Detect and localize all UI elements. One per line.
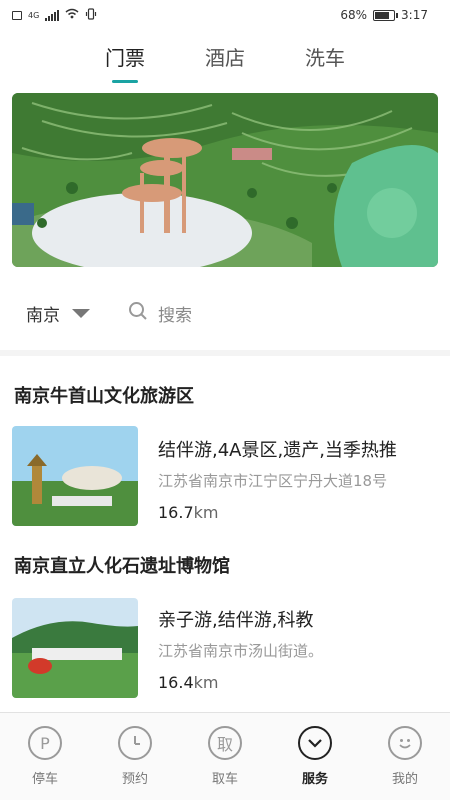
attraction-address: 江苏省南京市江宁区宁丹大道18号 <box>158 472 388 490</box>
nav-label: 服务 <box>301 772 328 787</box>
attraction-list: 南京牛首山文化旅游区 结伴游,4A景区,遗产,当季热推 江苏省南京市江宁区宁丹大… <box>0 356 450 712</box>
top-section: 门票 酒店 洗车 南京 搜索 <box>0 30 450 350</box>
nav-label: 取车 <box>211 772 238 787</box>
tab-car-wash[interactable]: 洗车 <box>305 42 345 77</box>
clock-time: 3:17 <box>401 8 428 22</box>
attraction-address: 江苏省南京市汤山街道。 <box>158 642 324 660</box>
distance-value: 16.7 <box>158 503 194 522</box>
parking-icon: P <box>28 726 62 760</box>
chevron-down-circle-icon <box>298 726 332 760</box>
nav-parking[interactable]: P 停车 <box>10 726 80 787</box>
status-left: 4G <box>12 7 97 23</box>
city-selector[interactable]: 南京 <box>26 301 90 326</box>
city-label: 南京 <box>26 305 60 326</box>
attraction-info: 亲子游,结伴游,科教 江苏省南京市汤山街道。 16.4km <box>158 606 323 692</box>
clock-icon <box>118 726 152 760</box>
attraction-name: 南京牛首山文化旅游区 <box>14 386 194 407</box>
tab-hotels[interactable]: 酒店 <box>205 42 245 77</box>
attraction-thumbnail <box>12 426 138 526</box>
distance-unit: km <box>193 673 219 692</box>
nav-label: 停车 <box>31 772 58 787</box>
sim-icon <box>12 10 22 20</box>
signal-icon <box>45 9 60 21</box>
search-row: 南京 搜索 <box>0 288 450 338</box>
battery-icon <box>373 9 399 21</box>
tab-tickets[interactable]: 门票 <box>105 42 145 77</box>
search-input[interactable]: 搜索 <box>128 301 192 326</box>
category-tabs: 门票 酒店 洗车 <box>0 30 450 88</box>
pickup-icon: 取 <box>208 726 242 760</box>
attraction-info: 结伴游,4A景区,遗产,当季热推 江苏省南京市江宁区宁丹大道18号 16.7km <box>158 436 397 522</box>
bottom-nav: P 停车 预约 取 取车 服务 我的 <box>0 712 450 800</box>
dropdown-triangle-icon <box>72 308 90 318</box>
distance-value: 16.4 <box>158 673 194 692</box>
vibrate-icon <box>85 7 97 23</box>
network-type: 4G <box>28 10 40 20</box>
nav-services[interactable]: 服务 <box>280 726 350 787</box>
nav-reservation[interactable]: 预约 <box>100 726 170 787</box>
list-item[interactable]: 南京直立人化石遗址博物馆 亲子游,结伴游,科教 江苏省南京市汤山街道。 16.4… <box>0 528 450 712</box>
distance-unit: km <box>193 503 219 522</box>
wifi-icon <box>65 8 79 22</box>
attraction-tags: 亲子游,结伴游,科教 <box>158 610 314 631</box>
search-placeholder: 搜索 <box>158 305 192 326</box>
nav-label: 我的 <box>391 772 418 787</box>
battery-percent: 68% <box>340 8 368 22</box>
nav-profile[interactable]: 我的 <box>370 726 440 787</box>
status-right: 68% 3:17 <box>340 8 428 22</box>
banner-image[interactable] <box>12 93 438 267</box>
search-icon <box>128 301 148 326</box>
attraction-tags: 结伴游,4A景区,遗产,当季热推 <box>158 440 397 461</box>
nav-pickup[interactable]: 取 取车 <box>190 726 260 787</box>
nav-label: 预约 <box>121 772 148 787</box>
list-item[interactable]: 南京牛首山文化旅游区 结伴游,4A景区,遗产,当季热推 江苏省南京市江宁区宁丹大… <box>0 356 450 528</box>
smiley-icon <box>388 726 422 760</box>
attraction-distance: 16.4km <box>158 673 323 692</box>
status-bar: 4G 68% 3:17 <box>0 0 450 30</box>
attraction-name: 南京直立人化石遗址博物馆 <box>14 556 230 577</box>
attraction-distance: 16.7km <box>158 503 397 522</box>
attraction-thumbnail <box>12 598 138 698</box>
